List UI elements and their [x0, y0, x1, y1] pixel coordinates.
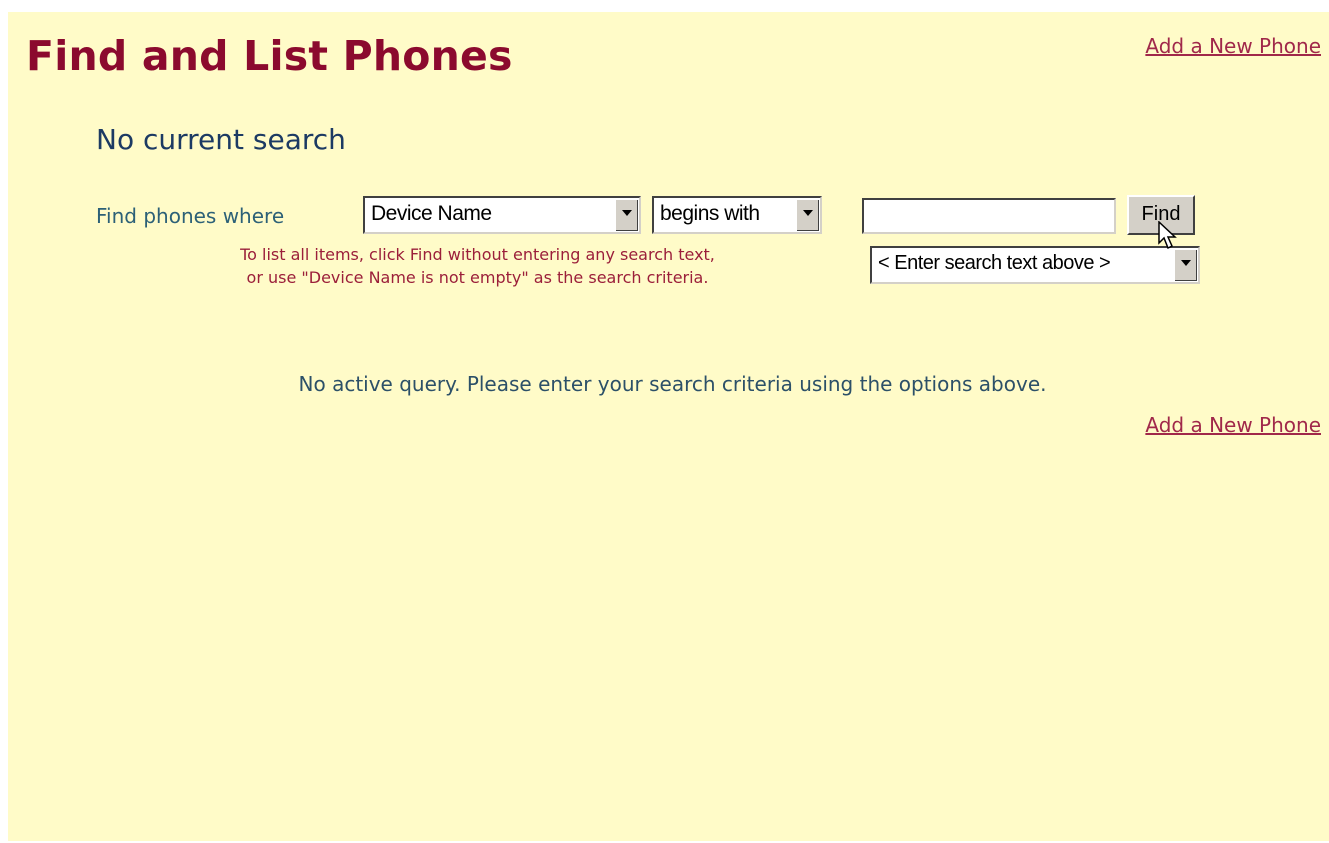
search-status: No current search [96, 123, 346, 156]
chevron-down-icon[interactable] [1174, 249, 1197, 281]
page-title: Find and List Phones [26, 32, 513, 80]
add-new-phone-link-top[interactable]: Add a New Phone [1145, 34, 1321, 58]
search-help-line-1: To list all items, click Find without en… [240, 245, 715, 264]
search-help-line-2: or use "Device Name is not empty" as the… [246, 268, 709, 287]
search-suggestion-value: < Enter search text above > [878, 252, 1111, 274]
chevron-down-icon[interactable] [796, 199, 819, 231]
find-phones-label: Find phones where [96, 204, 285, 228]
search-help-note: To list all items, click Find without en… [170, 243, 785, 289]
search-field-value: Device Name [371, 202, 492, 225]
mouse-pointer-icon [1158, 221, 1177, 250]
chevron-down-icon[interactable] [615, 199, 638, 231]
no-query-message: No active query. Please enter your searc… [298, 372, 1047, 396]
search-text-input[interactable] [862, 198, 1116, 234]
add-new-phone-link-bottom[interactable]: Add a New Phone [1145, 413, 1321, 437]
search-operator-value: begins with [660, 202, 760, 225]
search-suggestion-select[interactable]: < Enter search text above > [870, 246, 1200, 284]
search-operator-select[interactable]: begins with [652, 196, 822, 234]
search-field-select[interactable]: Device Name [363, 196, 641, 234]
